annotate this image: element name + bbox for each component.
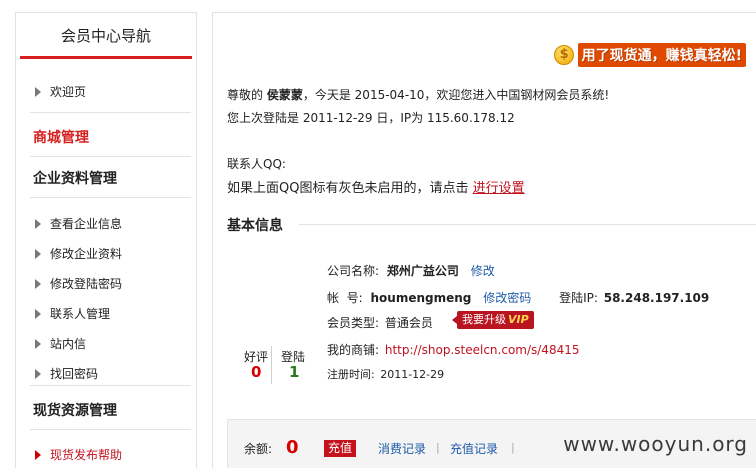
company-label: 公司名称: bbox=[327, 264, 380, 278]
register-label: 注册时间: bbox=[327, 368, 375, 381]
sidebar-item-messages[interactable]: 站内信 bbox=[35, 335, 87, 352]
greeting-text: ，今天是 2015-04-10，欢迎您进入中国钢材网会员系统! bbox=[302, 88, 610, 102]
member-type-value: 普通会员 bbox=[384, 316, 433, 330]
sidebar-item-recover-password[interactable]: 找回密码 bbox=[35, 365, 99, 382]
shop-row: 我的商铺: http://shop.steelcn.com/s/48415 bbox=[327, 341, 579, 358]
triangle-right-icon bbox=[35, 219, 41, 229]
sidebar-nav: 会员中心导航 欢迎页 商城管理 企业资料管理 查看企业信息 修改企业资料 修改登… bbox=[15, 12, 197, 468]
sidebar-item-view-company[interactable]: 查看企业信息 bbox=[35, 215, 123, 232]
divider bbox=[30, 156, 191, 157]
edit-company-link[interactable]: 修改 bbox=[471, 264, 495, 278]
triangle-right-icon bbox=[35, 369, 41, 379]
qq-settings-link[interactable]: 进行设置 bbox=[473, 181, 525, 196]
separator: | bbox=[436, 441, 440, 454]
nav-title: 会员中心导航 bbox=[20, 13, 192, 59]
sidebar-item-label: 现货发布帮助 bbox=[50, 448, 123, 462]
divider bbox=[299, 224, 756, 225]
greeting-line: 尊敬的 侯蒙蒙，今天是 2015-04-10，欢迎您进入中国钢材网会员系统! bbox=[227, 86, 609, 103]
promo-banner[interactable]: 用了现货通，赚钱真轻松! bbox=[553, 43, 746, 67]
change-password-link[interactable]: 修改密码 bbox=[483, 291, 531, 305]
sidebar-item-label: 修改登陆密码 bbox=[50, 277, 123, 291]
vip-badge: VIP bbox=[508, 313, 529, 326]
sidebar-item-contacts[interactable]: 联系人管理 bbox=[35, 305, 111, 322]
divider bbox=[30, 429, 191, 430]
sidebar-item-label: 站内信 bbox=[50, 337, 87, 351]
consume-records-link[interactable]: 消费记录 bbox=[378, 440, 426, 457]
recharge-button[interactable]: 充值 bbox=[324, 440, 357, 457]
register-date: 2011-12-29 bbox=[380, 368, 445, 381]
shop-url-link[interactable]: http://shop.steelcn.com/s/48415 bbox=[385, 343, 580, 357]
triangle-right-icon bbox=[35, 279, 41, 289]
divider bbox=[30, 112, 191, 113]
triangle-right-icon bbox=[35, 450, 41, 460]
sidebar-item-label: 查看企业信息 bbox=[50, 217, 123, 231]
triangle-right-icon bbox=[35, 87, 41, 97]
sidebar-item-label: 修改企业资料 bbox=[50, 247, 123, 261]
balance-value: 0 bbox=[286, 437, 299, 458]
last-login-text: 您上次登陆是 2011-12-29 日，IP为 115.60.178.12 bbox=[227, 111, 515, 125]
register-row: 注册时间: 2011-12-29 bbox=[327, 366, 444, 382]
section-spot[interactable]: 现货资源管理 bbox=[33, 400, 117, 420]
account-row: 帐 号: houmengmeng 修改密码 登陆IP: 58.248.197.1… bbox=[327, 289, 709, 306]
triangle-right-icon bbox=[35, 339, 41, 349]
recharge-records-link[interactable]: 充值记录 bbox=[450, 440, 498, 457]
watermark: www.wooyun.org bbox=[563, 432, 748, 456]
upgrade-vip-button[interactable]: 我要升级 VIP bbox=[452, 311, 534, 329]
company-row: 公司名称: 郑州广益公司 修改 bbox=[327, 262, 495, 279]
sidebar-item-edit-company[interactable]: 修改企业资料 bbox=[35, 245, 123, 262]
divider bbox=[30, 385, 191, 386]
triangle-right-icon bbox=[35, 249, 41, 259]
login-ip-value: 58.248.197.109 bbox=[603, 291, 710, 305]
sidebar-item-label: 欢迎页 bbox=[50, 85, 87, 99]
good-review-value: 0 bbox=[251, 363, 262, 381]
member-type-label: 会员类型: bbox=[327, 316, 380, 330]
greeting-prefix: 尊敬的 bbox=[227, 88, 264, 102]
divider bbox=[271, 346, 272, 384]
login-ip-label: 登陆IP: bbox=[559, 291, 598, 305]
section-title: 基本信息 bbox=[227, 218, 283, 234]
sidebar-item-spot-help[interactable]: 现货发布帮助 bbox=[35, 446, 123, 463]
user-name: 侯蒙蒙 bbox=[266, 88, 303, 102]
account-label: 帐 号: bbox=[327, 291, 363, 305]
account-name: houmengmeng bbox=[370, 291, 472, 305]
divider bbox=[30, 197, 191, 198]
qq-hint-text: 如果上面QQ图标有灰色未启用的，请点击 bbox=[227, 181, 469, 196]
qq-label: 联系人QQ: bbox=[227, 157, 286, 171]
main-panel: 用了现货通，赚钱真轻松! 尊敬的 侯蒙蒙，今天是 2015-04-10，欢迎您进… bbox=[212, 12, 756, 468]
triangle-right-icon bbox=[35, 309, 41, 319]
sidebar-item-change-password[interactable]: 修改登陆密码 bbox=[35, 275, 123, 292]
sidebar-item-label: 找回密码 bbox=[50, 367, 99, 381]
qq-hint: 如果上面QQ图标有灰色未启用的，请点击 进行设置 bbox=[227, 177, 525, 196]
sidebar-item-label: 联系人管理 bbox=[50, 307, 111, 321]
member-type-row: 会员类型: 普通会员 bbox=[327, 314, 433, 331]
separator: | bbox=[511, 441, 515, 454]
promo-text: 用了现货通，赚钱真轻松! bbox=[577, 43, 746, 67]
upgrade-label: 我要升级 bbox=[462, 313, 506, 326]
shop-label: 我的商铺: bbox=[327, 343, 380, 357]
section-company[interactable]: 企业资料管理 bbox=[33, 168, 117, 188]
login-count-value: 1 bbox=[289, 363, 300, 381]
coin-bag-icon bbox=[553, 45, 574, 65]
company-name: 郑州广益公司 bbox=[386, 264, 459, 278]
sidebar-item-welcome[interactable]: 欢迎页 bbox=[35, 83, 87, 100]
section-mall[interactable]: 商城管理 bbox=[33, 127, 89, 147]
balance-label: 余额: bbox=[244, 442, 273, 456]
